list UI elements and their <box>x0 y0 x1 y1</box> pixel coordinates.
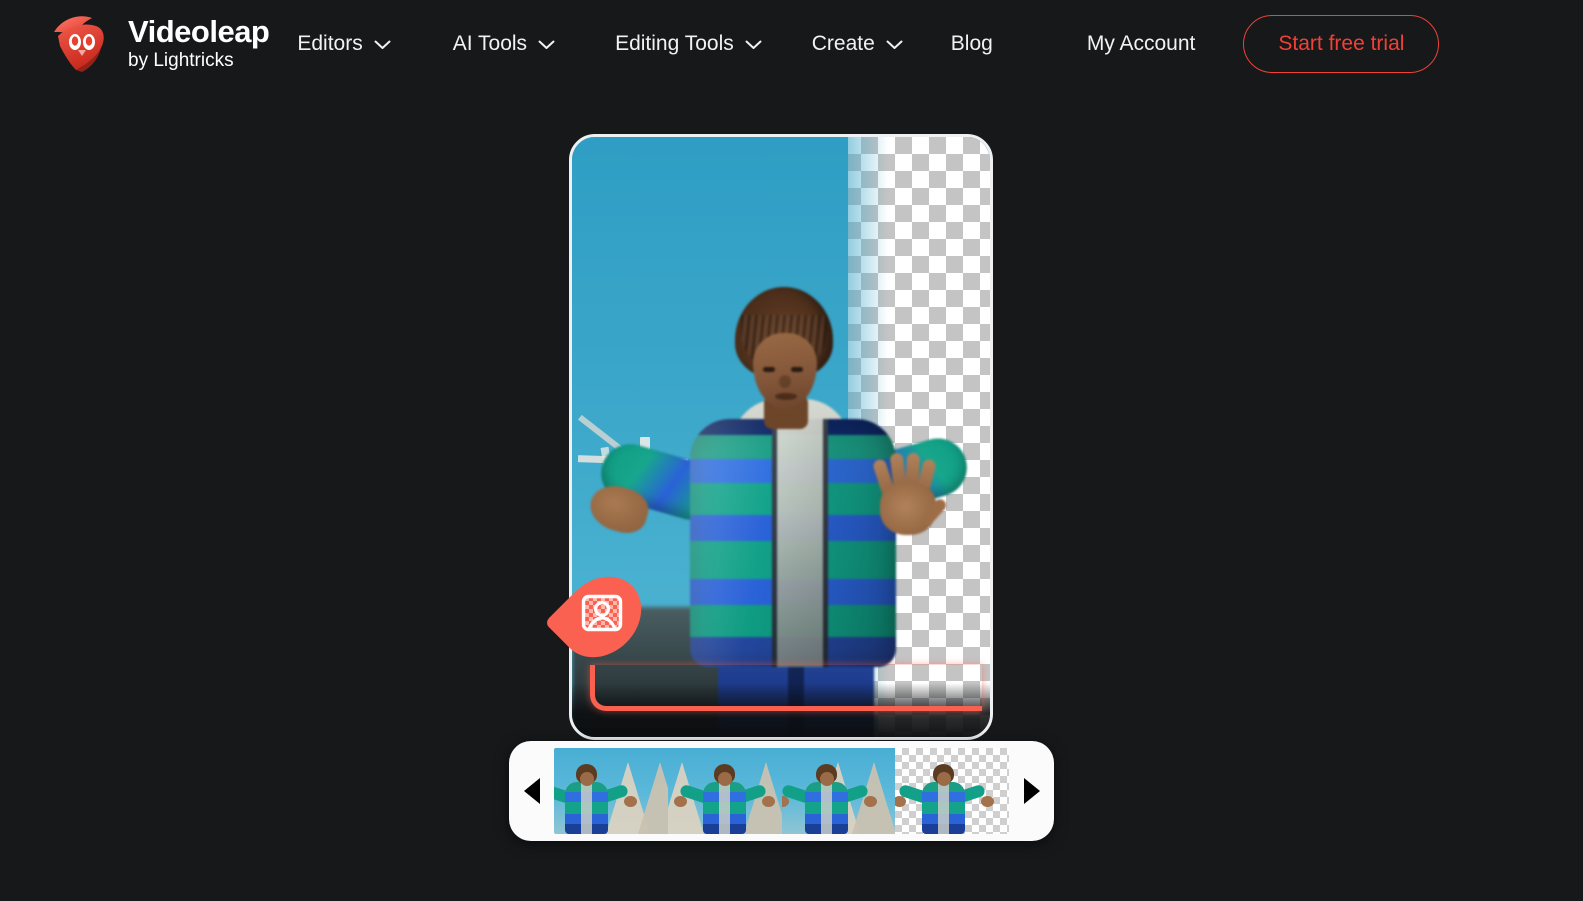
subject-eye <box>763 367 775 372</box>
nav-label: Editing Tools <box>615 32 734 55</box>
brand-logo-link[interactable]: Videoleap by Lightricks <box>48 12 270 76</box>
nav-item-create[interactable]: Create <box>812 32 903 56</box>
jacket-highlight <box>690 419 896 667</box>
chevron-down-icon <box>538 40 555 50</box>
subject-eye <box>791 367 803 372</box>
list-item[interactable] <box>554 748 668 834</box>
arrow-right-triangle-icon[interactable] <box>1009 741 1054 841</box>
chevron-down-icon <box>745 40 762 50</box>
page-root: Videoleap by Lightricks Editors AI Tools… <box>0 0 1583 901</box>
brand-name: Videoleap <box>128 13 270 49</box>
list-item[interactable] <box>781 748 896 834</box>
subject-right-hand <box>871 452 949 539</box>
subject-mouth <box>775 393 797 400</box>
remove-background-marker[interactable] <box>544 560 658 674</box>
nav-label: My Account <box>1086 32 1196 55</box>
nav-item-editors[interactable]: Editors <box>297 32 391 56</box>
filmstrip-frames <box>554 748 1009 834</box>
arrow-left-triangle-icon[interactable] <box>509 741 554 841</box>
chevron-down-icon <box>374 40 391 50</box>
list-item[interactable] <box>667 748 782 834</box>
keyframe-track-line[interactable] <box>590 665 982 711</box>
nav-label: Blog <box>950 32 993 55</box>
nav-item-my-account[interactable]: My Account <box>1087 32 1196 56</box>
site-header: Videoleap by Lightricks Editors AI Tools… <box>0 0 1583 88</box>
nav-item-blog[interactable]: Blog <box>951 32 993 56</box>
nav-item-editing-tools[interactable]: Editing Tools <box>615 32 762 56</box>
videoleap-bird-logo-icon <box>48 12 112 76</box>
remove-background-person-icon <box>581 593 623 633</box>
frame-filmstrip[interactable] <box>509 741 1054 841</box>
list-item[interactable] <box>895 748 1009 834</box>
nav-item-ai-tools[interactable]: AI Tools <box>453 32 555 56</box>
nav-label: AI Tools <box>452 32 528 55</box>
nav-label: Editors <box>297 32 363 55</box>
start-free-trial-button[interactable]: Start free trial <box>1243 15 1440 73</box>
chevron-down-icon <box>886 40 903 50</box>
nav-label: Create <box>811 32 875 55</box>
main-navigation: Editors AI Tools Editing Tools Create Bl… <box>297 15 1440 73</box>
subject-nose <box>779 375 791 388</box>
subject-face <box>753 333 817 409</box>
brand-subtitle: by Lightricks <box>128 49 234 71</box>
